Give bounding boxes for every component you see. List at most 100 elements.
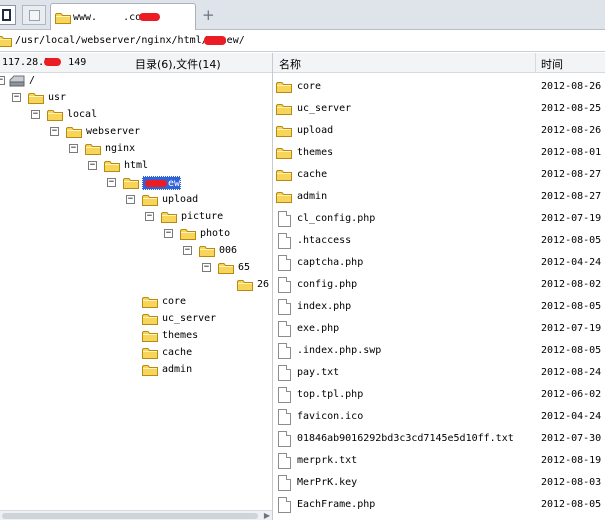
file-row[interactable]: upload 2012-08-26 (273, 120, 605, 142)
file-row[interactable]: EachFrame.php 2012-08-05 (273, 494, 605, 516)
folder-icon (276, 82, 292, 93)
path-bar[interactable]: /usr/local/webserver/nginx/html/new/ (0, 30, 605, 52)
tree-label-26: 26 (257, 279, 270, 290)
tree-node-65[interactable]: − 65 (0, 260, 265, 277)
folder-icon (161, 212, 177, 223)
file-name: top.tpl.php (297, 389, 364, 400)
tree-node-nginx[interactable]: − nginx (0, 141, 160, 158)
file-row[interactable]: .index.php.swp 2012-08-05 (273, 340, 605, 362)
column-header-time[interactable]: 时间 (541, 56, 563, 72)
folder-icon (276, 170, 292, 181)
file-row[interactable]: captcha.php 2012-04-24 (273, 252, 605, 274)
folder-icon (104, 161, 120, 172)
file-row[interactable]: index.php 2012-08-05 (273, 296, 605, 318)
file-row[interactable]: cache 2012-08-27 (273, 164, 605, 186)
file-row[interactable]: pay.txt 2012-08-24 (273, 362, 605, 384)
tree-node-selected[interactable]: − ew (0, 175, 190, 192)
file-row[interactable]: .htaccess 2012-08-05 (273, 230, 605, 252)
tree-label-uc-server: uc_server (162, 313, 217, 324)
folder-icon (180, 229, 196, 240)
tree-node-html[interactable]: − html (0, 158, 170, 175)
tree-node-usr[interactable]: − usr (0, 90, 100, 107)
tree-label-006: 006 (219, 245, 238, 256)
tree-node-local[interactable]: − local (0, 107, 120, 124)
file-name: pay.txt (297, 367, 340, 378)
tree-horizontal-scrollbar[interactable]: ▶ (0, 510, 272, 520)
tab-active[interactable]: www. .com (50, 3, 196, 30)
file-name: admin (297, 191, 328, 202)
file-icon (278, 255, 291, 271)
tab-prev-window[interactable] (0, 5, 16, 25)
collapse-toggle[interactable]: − (183, 246, 192, 255)
file-row[interactable]: 01846ab9016292bd3c3cd7145e5d10ff.txt 2012… (273, 428, 605, 450)
collapse-toggle[interactable]: − (88, 161, 97, 170)
tree-label-local: local (67, 109, 98, 120)
column-separator[interactable] (535, 53, 536, 73)
file-time: 2012-08-05 (541, 499, 602, 510)
file-row[interactable]: core 2012-08-26 (273, 76, 605, 98)
file-row[interactable]: top.tpl.php 2012-06-02 (273, 384, 605, 406)
tab-blank[interactable] (22, 5, 46, 25)
tab-label-prefix: www. (73, 12, 98, 23)
file-time: 2012-08-19 (541, 455, 602, 466)
collapse-toggle[interactable]: − (12, 93, 21, 102)
file-name: favicon.ico (297, 411, 364, 422)
tree-node-uc-server[interactable]: uc_server (0, 311, 230, 328)
column-header-name[interactable]: 名称 (279, 56, 301, 72)
tree-node-006[interactable]: − 006 (0, 243, 250, 260)
file-row[interactable]: exe.php 2012-07-19 (273, 318, 605, 340)
collapse-toggle[interactable]: − (0, 76, 5, 85)
window-icon (2, 9, 11, 21)
tree-label-selected: ew (168, 178, 181, 189)
collapse-toggle[interactable]: − (107, 178, 116, 187)
collapse-toggle[interactable]: − (31, 110, 40, 119)
collapse-toggle[interactable]: − (145, 212, 154, 221)
tree-node-picture[interactable]: − picture (0, 209, 230, 226)
file-icon (278, 343, 291, 359)
file-row[interactable]: favicon.ico 2012-04-24 (273, 406, 605, 428)
collapse-toggle[interactable]: − (164, 229, 173, 238)
tree-node-photo[interactable]: − photo (0, 226, 240, 243)
file-name: captcha.php (297, 257, 364, 268)
tree-node-upload[interactable]: − upload (0, 192, 210, 209)
tree-node-admin[interactable]: admin (0, 362, 210, 379)
tree-selection-highlight: ew (142, 176, 181, 190)
folder-icon (66, 127, 82, 138)
file-time: 2012-08-26 (541, 81, 602, 92)
tree-label-cache: cache (162, 347, 193, 358)
file-row[interactable]: config.php 2012-08-02 (273, 274, 605, 296)
file-icon (278, 233, 291, 249)
file-icon (278, 299, 291, 315)
tree-node-themes[interactable]: themes (0, 328, 210, 345)
file-row[interactable]: MerPrK.key 2012-08-03 (273, 472, 605, 494)
folder-icon (237, 280, 253, 291)
file-icon (278, 365, 291, 381)
file-time: 2012-08-27 (541, 169, 602, 180)
file-row[interactable]: cl_config.php 2012-07-19 (273, 208, 605, 230)
server-ip-suffix: 149 (68, 57, 87, 68)
tree-node-core[interactable]: core (0, 294, 210, 311)
tree-node-cache[interactable]: cache (0, 345, 210, 362)
tree-label-core: core (162, 296, 187, 307)
file-row[interactable]: merprk.txt 2012-08-19 (273, 450, 605, 472)
collapse-toggle[interactable]: − (126, 195, 135, 204)
tree-node-26[interactable]: 26 (0, 277, 272, 294)
file-row[interactable]: admin 2012-08-27 (273, 186, 605, 208)
file-row[interactable]: uc_server 2012-08-25 (273, 98, 605, 120)
tree-label-admin: admin (162, 364, 193, 375)
collapse-toggle[interactable]: − (50, 127, 59, 136)
new-tab-button[interactable]: + (202, 6, 215, 24)
tab-strip: www. .com + (0, 0, 605, 30)
tree-node-webserver[interactable]: − webserver (0, 124, 160, 141)
scroll-right-icon[interactable]: ▶ (264, 511, 270, 520)
tree-label-nginx: nginx (105, 143, 136, 154)
tree-label-webserver: webserver (86, 126, 141, 137)
collapse-toggle[interactable]: − (202, 263, 211, 272)
folder-open-icon (123, 178, 139, 189)
tree-label-picture: picture (181, 211, 224, 222)
file-icon (278, 277, 291, 293)
file-icon (278, 321, 291, 337)
collapse-toggle[interactable]: − (69, 144, 78, 153)
file-row[interactable]: themes 2012-08-01 (273, 142, 605, 164)
scrollbar-thumb[interactable] (2, 513, 258, 519)
